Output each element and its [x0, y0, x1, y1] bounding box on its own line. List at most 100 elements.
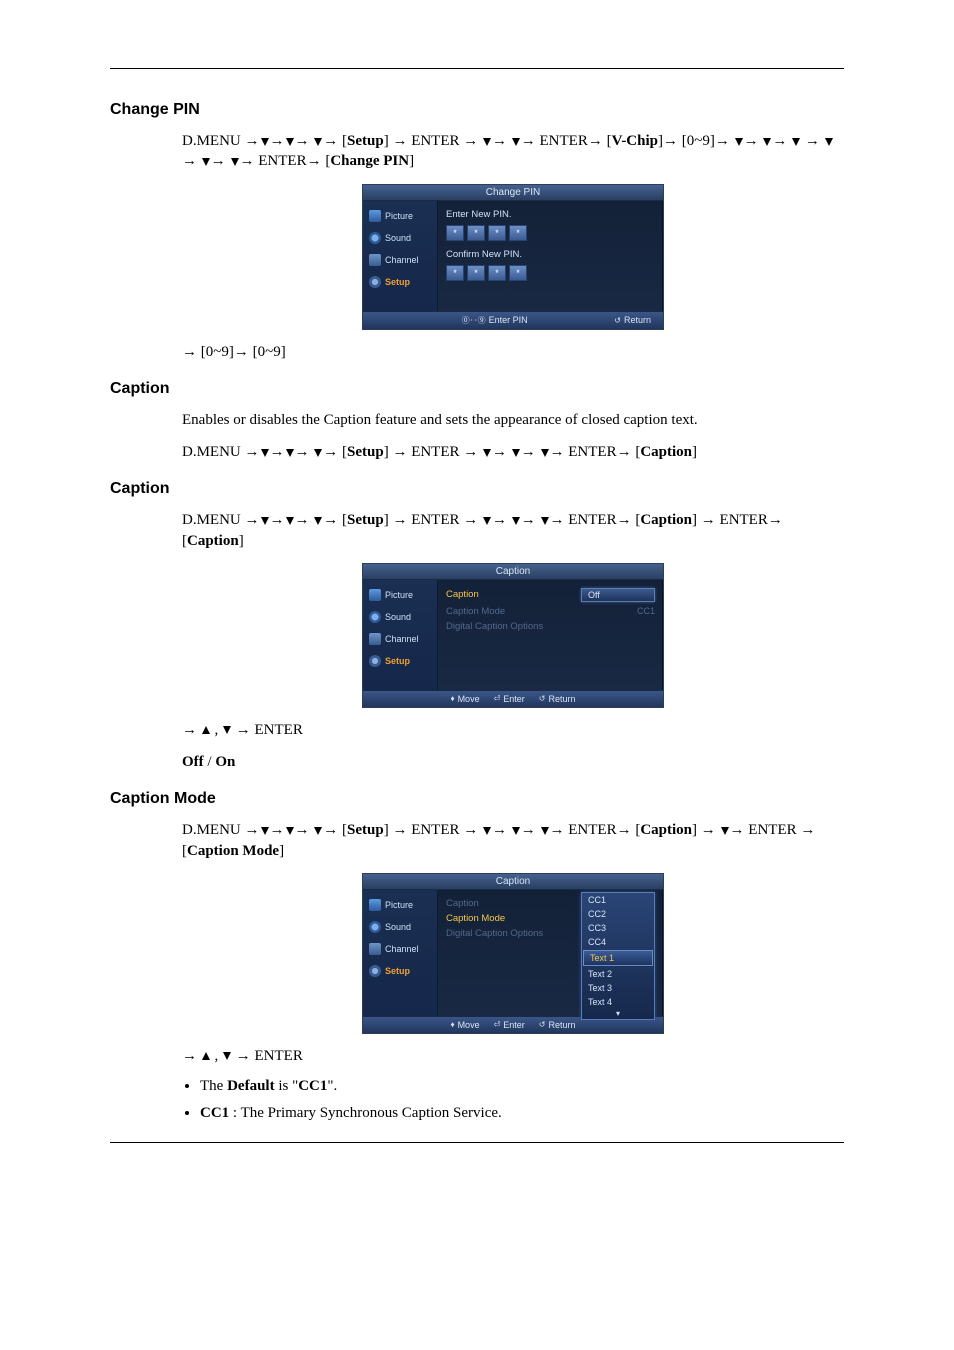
osd-title: Caption [363, 564, 663, 580]
osd-sidebar: Picture Sound Channel Setup [363, 890, 438, 1016]
channel-icon [369, 633, 381, 645]
picture-icon [369, 899, 381, 911]
row-caption[interactable]: Caption Off [446, 586, 655, 604]
up-icon [202, 1052, 210, 1060]
return-icon: ↺ [539, 694, 546, 703]
down-icon [541, 517, 549, 525]
down-icon [483, 449, 491, 457]
sound-icon [369, 611, 381, 623]
dd-cc1[interactable]: CC1 [582, 893, 654, 907]
down-icon [223, 1052, 231, 1060]
dd-cc3[interactable]: CC3 [582, 921, 654, 935]
gear-icon [369, 276, 381, 288]
sidebar-item-setup[interactable]: Setup [363, 650, 437, 672]
caption-mode-dropdown[interactable]: CC1 CC2 CC3 CC4 Text 1 Text 2 Text 3 Tex… [581, 892, 655, 1020]
osd-title: Change PIN [363, 185, 663, 201]
move-icon: ♦ [450, 1020, 454, 1029]
sidebar-item-picture[interactable]: Picture [363, 205, 437, 227]
off-on: Off / On [182, 752, 844, 772]
down-icon [541, 827, 549, 835]
tail-change-pin: → [0~9]→ [0~9] [182, 342, 844, 362]
channel-icon [369, 943, 381, 955]
heading-caption-mode: Caption Mode [110, 790, 844, 808]
osd-caption-mode: Caption Picture Sound Channel Setup Capt… [362, 873, 664, 1034]
down-icon [792, 138, 800, 146]
down-icon [512, 449, 520, 457]
osd-sidebar: Picture Sound Channel Setup [363, 201, 438, 311]
down-icon [286, 517, 294, 525]
sidebar-item-picture[interactable]: Picture [363, 894, 437, 916]
down-icon [261, 517, 269, 525]
down-icon [261, 138, 269, 146]
down-icon [202, 158, 210, 166]
down-icon [735, 138, 743, 146]
chevron-down-icon: ▾ [582, 1009, 654, 1019]
dd-cc4[interactable]: CC4 [582, 935, 654, 949]
dd-cc2[interactable]: CC2 [582, 907, 654, 921]
osd-change-pin: Change PIN Picture Sound Channel Setup E… [362, 184, 664, 330]
bottom-rule [110, 1142, 844, 1143]
gear-icon [369, 655, 381, 667]
down-icon [314, 449, 322, 457]
enter-icon: ⏎ [494, 694, 501, 703]
heading-caption-1: Caption [110, 380, 844, 398]
up-icon [202, 726, 210, 734]
down-icon [512, 517, 520, 525]
down-icon [286, 827, 294, 835]
down-icon [721, 827, 729, 835]
sound-icon [369, 921, 381, 933]
sidebar-item-channel[interactable]: Channel [363, 249, 437, 271]
down-icon [223, 726, 231, 734]
path-caption-mode: D.MENU →→→ → [Setup] → ENTER → → → → ENT… [182, 820, 844, 861]
dd-text2[interactable]: Text 2 [582, 967, 654, 981]
osd-footer: ⓪‥⑨Enter PIN ↺Return [363, 311, 663, 329]
osd-caption: Caption Picture Sound Channel Setup Capt… [362, 563, 664, 708]
down-icon [286, 138, 294, 146]
sidebar-item-sound[interactable]: Sound [363, 227, 437, 249]
value-caption[interactable]: Off [581, 588, 655, 602]
pin-entry-new[interactable]: **** [446, 225, 655, 241]
move-icon: ♦ [450, 694, 454, 703]
return-icon: ↺ [539, 1020, 546, 1029]
note-cc1: CC1 : The Primary Synchronous Caption Se… [200, 1105, 844, 1122]
down-icon [314, 517, 322, 525]
caption-mode-notes: The Default is "CC1". CC1 : The Primary … [182, 1078, 844, 1122]
row-caption-mode[interactable]: Caption Mode CC1 [446, 604, 655, 619]
label-confirm-new-pin: Confirm New PIN. [446, 247, 655, 262]
down-icon [763, 138, 771, 146]
sidebar-item-sound[interactable]: Sound [363, 916, 437, 938]
top-rule [110, 68, 844, 69]
down-icon [541, 449, 549, 457]
path-change-pin: D.MENU →→→ → [Setup] → ENTER → → → ENTER… [182, 131, 844, 172]
dd-text3[interactable]: Text 3 [582, 981, 654, 995]
heading-change-pin: Change PIN [110, 101, 844, 119]
sidebar-item-channel[interactable]: Channel [363, 938, 437, 960]
pin-entry-confirm[interactable]: **** [446, 265, 655, 281]
channel-icon [369, 254, 381, 266]
picture-icon [369, 589, 381, 601]
sidebar-item-sound[interactable]: Sound [363, 606, 437, 628]
dd-text1[interactable]: Text 1 [583, 950, 653, 966]
enter-icon: ⏎ [494, 1020, 501, 1029]
down-icon [825, 138, 833, 146]
heading-caption-2: Caption [110, 480, 844, 498]
sidebar-item-setup[interactable]: Setup [363, 960, 437, 982]
keypad-icon: ⓪‥⑨ [462, 315, 486, 326]
note-default: The Default is "CC1". [200, 1078, 844, 1095]
osd-footer: ♦Move ⏎Enter ↺Return [363, 690, 663, 707]
down-icon [286, 449, 294, 457]
down-icon [261, 449, 269, 457]
sidebar-item-picture[interactable]: Picture [363, 584, 437, 606]
down-icon [512, 138, 520, 146]
down-icon [261, 827, 269, 835]
dd-text4[interactable]: Text 4 [582, 995, 654, 1009]
path-caption-1: D.MENU →→→ → [Setup] → ENTER → → → → ENT… [182, 442, 844, 462]
osd-title: Caption [363, 874, 663, 890]
sidebar-item-channel[interactable]: Channel [363, 628, 437, 650]
sidebar-item-setup[interactable]: Setup [363, 271, 437, 293]
sound-icon [369, 232, 381, 244]
row-digital-caption-options[interactable]: Digital Caption Options [446, 619, 655, 634]
gear-icon [369, 965, 381, 977]
osd-sidebar: Picture Sound Channel Setup [363, 580, 438, 690]
tail-caption-mode: → , → ENTER [182, 1046, 844, 1066]
